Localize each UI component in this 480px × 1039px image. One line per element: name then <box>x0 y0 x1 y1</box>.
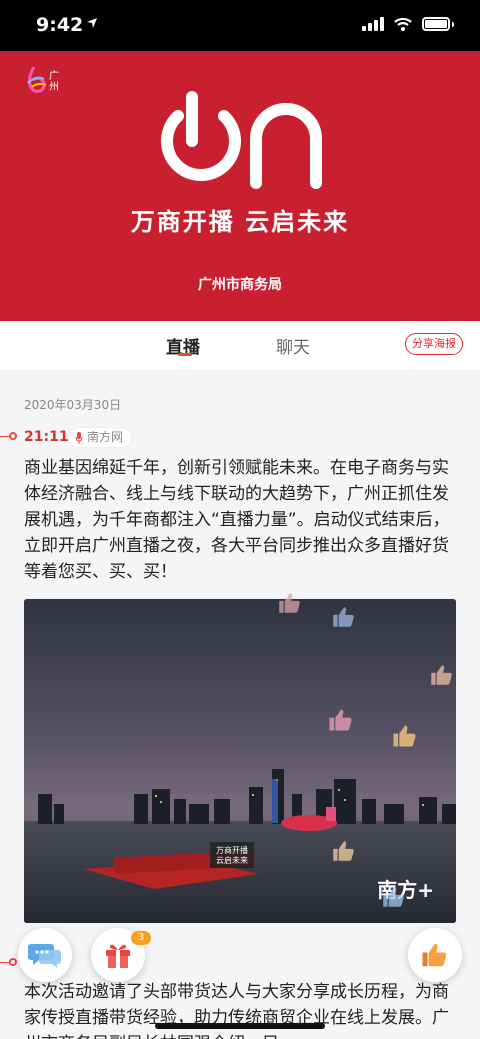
floating-like-icon <box>393 725 416 747</box>
like-button[interactable] <box>408 928 462 982</box>
floating-like-icon <box>333 841 354 861</box>
post-text-2: 本次活动邀请了头部带货达人与大家分享成长历程，为商家传授直播带货经验，助力传统商… <box>24 982 449 1039</box>
floating-like-icon <box>329 709 352 731</box>
status-icons <box>362 17 454 31</box>
feed-date: 2020年03月30日 <box>24 398 122 412</box>
post-text: 商业基因绵延千年，创新引领赋能未来。在电子商务与实体经济融合、线上与线下联动的大… <box>24 458 450 582</box>
location-arrow-icon <box>86 17 98 33</box>
floating-like-icon <box>279 593 300 613</box>
gift-count-badge: 3 <box>131 931 151 945</box>
bureau-name: 广州市商务局 <box>198 277 282 293</box>
live-feed[interactable]: 2020年03月30日 21:11 南方网 商业基因绵延千年，创新引领赋能未来。… <box>0 369 480 1039</box>
home-indicator <box>155 1023 325 1029</box>
gift-icon <box>106 944 130 968</box>
battery-tip <box>452 21 454 27</box>
microphone-icon <box>75 431 83 444</box>
slogan: 万商开播 云启未来 <box>130 208 350 236</box>
active-tab-indicator <box>178 353 192 356</box>
thumbs-up-icon <box>422 943 447 967</box>
floating-like-icon <box>431 665 452 685</box>
share-poster-button[interactable]: 分享海报 <box>405 333 463 355</box>
timeline-dot <box>9 432 17 440</box>
signal-icon <box>362 17 384 31</box>
status-bar: 9:42 <box>0 0 480 51</box>
on-power-logo-icon <box>161 91 322 189</box>
chat-button[interactable] <box>18 928 72 982</box>
post-time: 21:11 <box>24 429 69 445</box>
source-name: 南方网 <box>87 430 124 444</box>
status-time: 9:42 <box>36 14 84 36</box>
banner: 广州 万商开播 云启未来 广州市商务局 <box>0 51 480 321</box>
night-skyline-image: 万商开播 云启未来 南方+ <box>24 599 456 923</box>
wifi-icon <box>394 17 412 31</box>
floating-like-icon <box>383 887 404 907</box>
chat-bubble-icon <box>28 944 61 968</box>
tab-chat[interactable]: 聊天 <box>276 333 310 358</box>
source-badge[interactable]: 南方网 <box>68 427 133 448</box>
post-photo[interactable]: 万商开播 云启未来 南方+ <box>24 599 456 923</box>
logo-text: 广州 <box>49 71 59 93</box>
stage-text: 万商开播 <box>216 845 248 855</box>
battery-icon <box>422 17 450 31</box>
timeline-dot <box>9 958 17 966</box>
svg-text:云启未来: 云启未来 <box>216 855 248 865</box>
floating-like-icon <box>333 607 354 627</box>
